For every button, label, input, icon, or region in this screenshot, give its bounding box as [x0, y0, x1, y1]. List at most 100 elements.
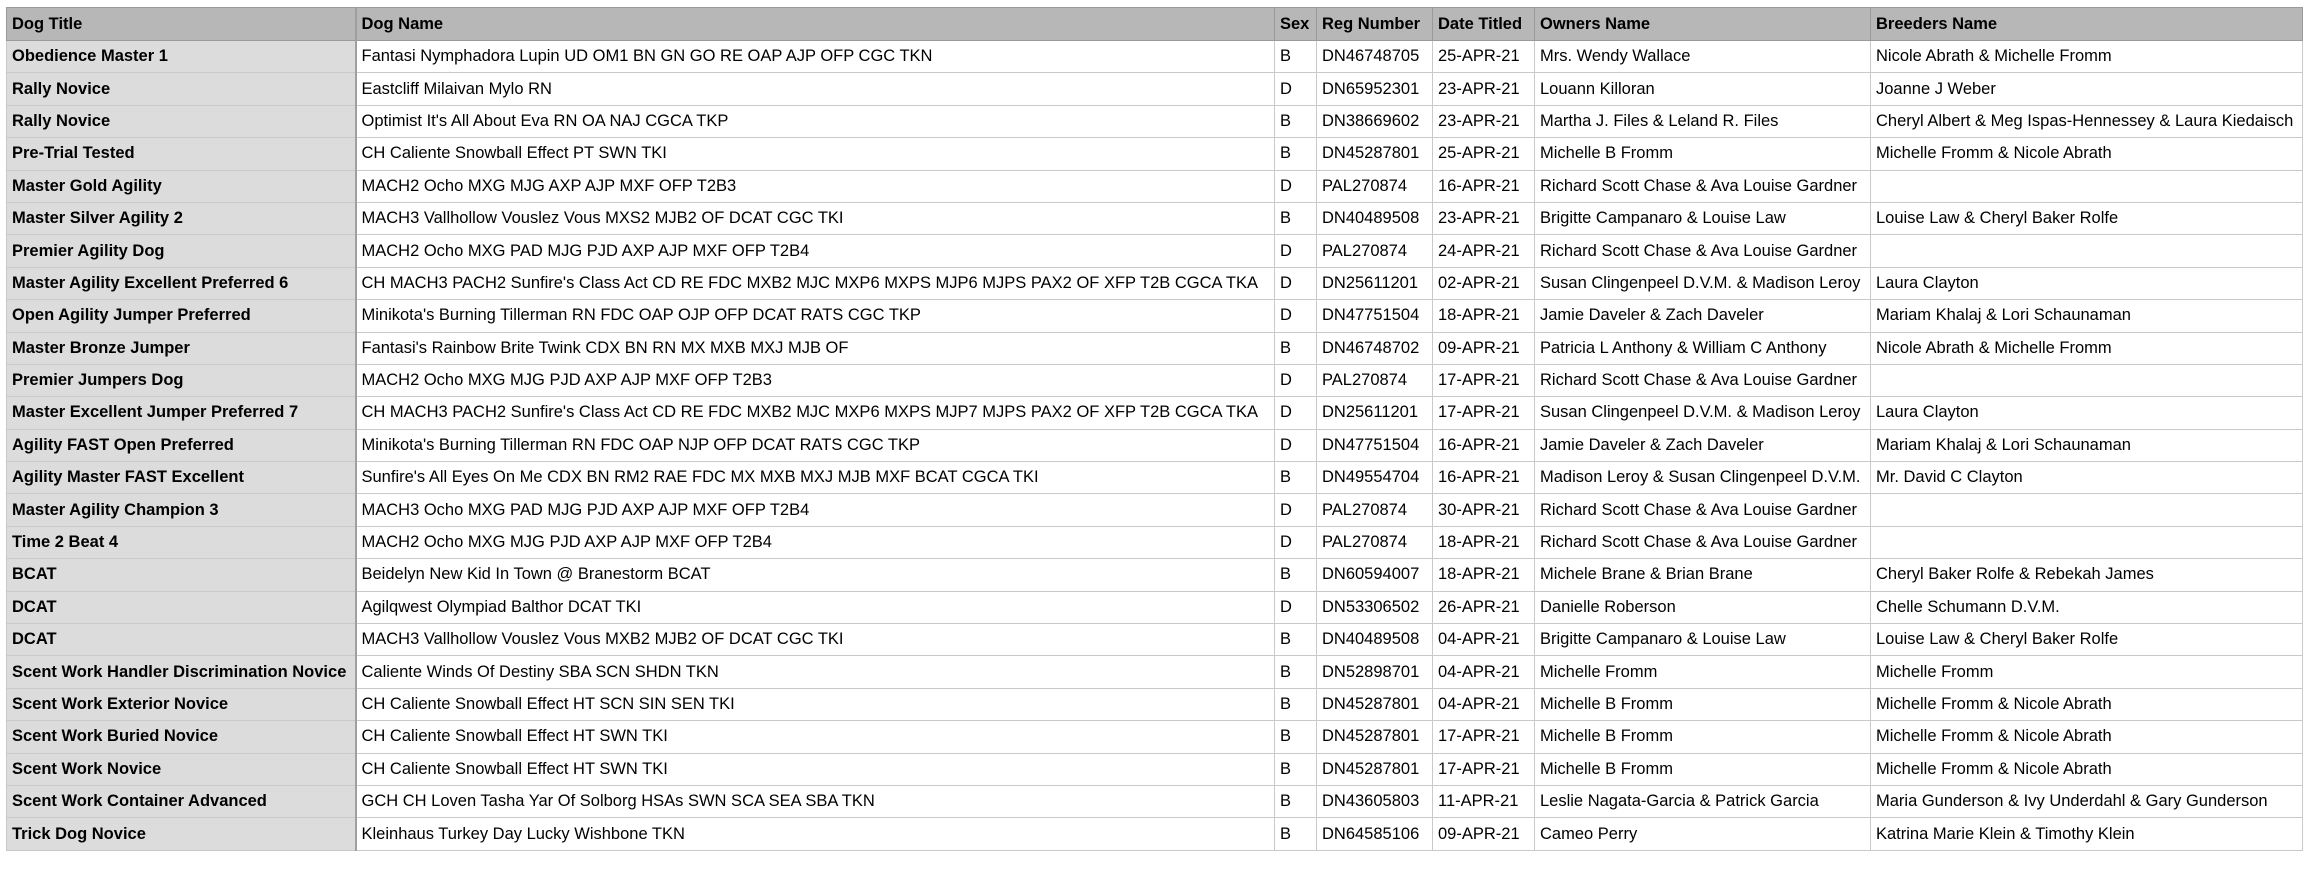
dog-title-cell: Master Bronze Jumper — [6, 331, 357, 365]
column-header-dog-name[interactable]: Dog Name — [355, 7, 1275, 41]
table-row[interactable]: Premier Jumpers Dog MACH2 Ocho MXG MJG PJ… — [6, 363, 2303, 398]
reg-number-cell: DN40489508 — [1316, 201, 1433, 236]
sex-cell: B — [1274, 623, 1317, 657]
table-row[interactable]: Scent Work Buried Novice CH Caliente Snow… — [6, 720, 2303, 754]
table-row[interactable]: Scent Work Container Advanced GCH CH Love… — [6, 784, 2303, 819]
owners-name-cell: Madison Leroy & Susan Clingenpeel D.V.M. — [1534, 461, 1871, 495]
dog-name-cell: Kleinhaus Turkey Day Lucky Wishbone TKN — [355, 817, 1275, 851]
reg-number-cell: DN53306502 — [1316, 590, 1433, 625]
sex-cell: D — [1274, 72, 1317, 106]
owners-name-cell: Martha J. Files & Leland R. Files — [1534, 104, 1871, 139]
owners-name-cell: Michelle B Fromm — [1534, 752, 1871, 786]
breeders-name-cell — [1870, 525, 2303, 560]
dog-title-cell: Master Agility Excellent Preferred 6 — [6, 266, 357, 301]
sex-cell: B — [1274, 137, 1317, 171]
reg-number-cell: DN47751504 — [1316, 428, 1433, 463]
table-row[interactable]: Scent Work Exterior Novice CH Caliente Sn… — [6, 687, 2303, 722]
owners-name-cell: Michelle Fromm — [1534, 655, 1871, 689]
table-row[interactable]: Obedience Master 1 Fantasi Nymphadora Lup… — [6, 39, 2303, 74]
owners-name-cell: Michelle B Fromm — [1534, 720, 1871, 754]
table-row[interactable]: Time 2 Beat 4 MACH2 Ocho MXG MJG PJD AXP … — [6, 525, 2303, 560]
sex-cell: B — [1274, 331, 1317, 365]
breeders-name-cell — [1870, 363, 2303, 398]
dog-title-cell: Master Gold Agility — [6, 169, 357, 203]
table-row[interactable]: DCAT MACH3 Vallhollow Vouslez Vous MXB2 M… — [6, 623, 2303, 657]
breeders-name-cell: Cheryl Albert & Meg Ispas-Hennessey & La… — [1870, 104, 2303, 139]
table-row[interactable]: Master Bronze Jumper Fantasi's Rainbow Br… — [6, 331, 2303, 365]
dog-name-cell: MACH3 Ocho MXG PAD MJG PJD AXP AJP MXF O… — [355, 493, 1275, 527]
breeders-name-cell: Joanne J Weber — [1870, 72, 2303, 106]
owners-name-cell: Danielle Roberson — [1534, 590, 1871, 625]
table-row[interactable]: Scent Work Handler Discrimination Novice… — [6, 655, 2303, 689]
dog-name-cell: MACH2 Ocho MXG PAD MJG PJD AXP AJP MXF O… — [355, 234, 1275, 268]
table-row[interactable]: Scent Work Novice CH Caliente Snowball Ef… — [6, 752, 2303, 786]
reg-number-cell: DN45287801 — [1316, 720, 1433, 754]
breeders-name-cell: Michelle Fromm & Nicole Abrath — [1870, 137, 2303, 171]
date-titled-cell: 23-APR-21 — [1432, 201, 1535, 236]
table-row[interactable]: Master Agility Champion 3 MACH3 Ocho MXG … — [6, 493, 2303, 527]
dog-title-cell: Scent Work Exterior Novice — [6, 687, 357, 722]
table-body: Obedience Master 1 Fantasi Nymphadora Lup… — [6, 39, 2303, 851]
breeders-name-cell: Louise Law & Cheryl Baker Rolfe — [1870, 201, 2303, 236]
dog-name-cell: MACH3 Vallhollow Vouslez Vous MXB2 MJB2 … — [355, 623, 1275, 657]
breeders-name-cell: Cheryl Baker Rolfe & Rebekah James — [1870, 558, 2303, 592]
table-row[interactable]: BCAT Beidelyn New Kid In Town @ Branestor… — [6, 558, 2303, 592]
dog-title-cell: Scent Work Container Advanced — [6, 784, 357, 819]
reg-number-cell: DN38669602 — [1316, 104, 1433, 139]
date-titled-cell: 25-APR-21 — [1432, 39, 1535, 74]
table-row[interactable]: Rally Novice Optimist It's All About Eva … — [6, 104, 2303, 139]
date-titled-cell: 09-APR-21 — [1432, 331, 1535, 365]
header-row: Dog Title Dog Name Sex Reg Number Date T… — [6, 7, 2303, 41]
table-row[interactable]: Trick Dog Novice Kleinhaus Turkey Day Luc… — [6, 817, 2303, 851]
breeders-name-cell — [1870, 493, 2303, 527]
column-header-owners-name[interactable]: Owners Name — [1534, 7, 1871, 41]
date-titled-cell: 02-APR-21 — [1432, 266, 1535, 301]
dog-title-cell: Rally Novice — [6, 104, 357, 139]
dog-name-cell: Caliente Winds Of Destiny SBA SCN SHDN T… — [355, 655, 1275, 689]
table-row[interactable]: Agility FAST Open Preferred Minikota's Bu… — [6, 428, 2303, 463]
dog-title-cell: Scent Work Novice — [6, 752, 357, 786]
column-header-date-titled[interactable]: Date Titled — [1432, 7, 1535, 41]
table-row[interactable]: Open Agility Jumper Preferred Minikota's … — [6, 299, 2303, 333]
table-row[interactable]: Agility Master FAST Excellent Sunfire's A… — [6, 461, 2303, 495]
reg-number-cell: DN45287801 — [1316, 752, 1433, 786]
owners-name-cell: Jamie Daveler & Zach Daveler — [1534, 299, 1871, 333]
table-row[interactable]: DCAT Agilqwest Olympiad Balthor DCAT TKI D… — [6, 590, 2303, 625]
table-row[interactable]: Master Silver Agility 2 MACH3 Vallhollow … — [6, 201, 2303, 236]
date-titled-cell: 17-APR-21 — [1432, 720, 1535, 754]
table-row[interactable]: Pre-Trial Tested CH Caliente Snowball Eff… — [6, 137, 2303, 171]
sex-cell: B — [1274, 104, 1317, 139]
column-header-reg-number[interactable]: Reg Number — [1316, 7, 1433, 41]
sex-cell: B — [1274, 752, 1317, 786]
column-header-breeders-name[interactable]: Breeders Name — [1870, 7, 2303, 41]
table-row[interactable]: Master Agility Excellent Preferred 6 CH M… — [6, 266, 2303, 301]
owners-name-cell: Richard Scott Chase & Ava Louise Gardner — [1534, 169, 1871, 203]
reg-number-cell: PAL270874 — [1316, 493, 1433, 527]
dog-title-cell: DCAT — [6, 590, 357, 625]
results-table-container: Dog Title Dog Name Sex Reg Number Date T… — [6, 7, 2303, 851]
table-row[interactable]: Rally Novice Eastcliff Milaivan Mylo RN D D… — [6, 72, 2303, 106]
sex-cell: D — [1274, 234, 1317, 268]
dog-name-cell: CH Caliente Snowball Effect HT SCN SIN S… — [355, 687, 1275, 722]
owners-name-cell: Richard Scott Chase & Ava Louise Gardner — [1534, 525, 1871, 560]
dog-name-cell: CH MACH3 PACH2 Sunfire's Class Act CD RE… — [355, 396, 1275, 430]
dog-name-cell: Fantasi Nymphadora Lupin UD OM1 BN GN GO… — [355, 39, 1275, 74]
date-titled-cell: 18-APR-21 — [1432, 299, 1535, 333]
breeders-name-cell: Nicole Abrath & Michelle Fromm — [1870, 331, 2303, 365]
reg-number-cell: DN25611201 — [1316, 266, 1433, 301]
sex-cell: B — [1274, 720, 1317, 754]
column-header-sex[interactable]: Sex — [1274, 7, 1317, 41]
reg-number-cell: DN40489508 — [1316, 623, 1433, 657]
date-titled-cell: 18-APR-21 — [1432, 558, 1535, 592]
dog-title-cell: Scent Work Buried Novice — [6, 720, 357, 754]
date-titled-cell: 04-APR-21 — [1432, 623, 1535, 657]
table-row[interactable]: Master Excellent Jumper Preferred 7 CH MA… — [6, 396, 2303, 430]
reg-number-cell: DN64585106 — [1316, 817, 1433, 851]
owners-name-cell: Richard Scott Chase & Ava Louise Gardner — [1534, 493, 1871, 527]
table-row[interactable]: Master Gold Agility MACH2 Ocho MXG MJG AX… — [6, 169, 2303, 203]
owners-name-cell: Cameo Perry — [1534, 817, 1871, 851]
column-header-dog-title[interactable]: Dog Title — [6, 7, 357, 41]
breeders-name-cell: Mr. David C Clayton — [1870, 461, 2303, 495]
dog-name-cell: Beidelyn New Kid In Town @ Branestorm BC… — [355, 558, 1275, 592]
table-row[interactable]: Premier Agility Dog MACH2 Ocho MXG PAD MJ… — [6, 234, 2303, 268]
